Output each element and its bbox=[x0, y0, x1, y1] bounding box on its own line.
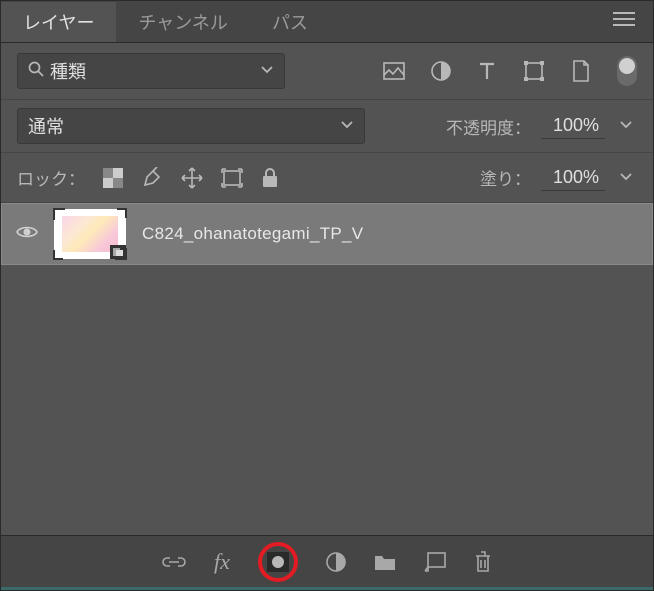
bottom-toolbar: fx bbox=[1, 535, 653, 587]
fill-value[interactable]: 100% bbox=[541, 165, 605, 191]
opacity-label: 不透明度： bbox=[446, 114, 531, 139]
filter-image-icon[interactable] bbox=[383, 62, 405, 80]
new-group-icon[interactable] bbox=[374, 553, 396, 571]
blend-row: 通常 不透明度： 100% bbox=[1, 99, 653, 153]
lock-artboard-icon[interactable] bbox=[221, 168, 243, 188]
layer-row[interactable]: C824_ohanatotegami_TP_V bbox=[1, 203, 653, 265]
lock-transparency-icon[interactable] bbox=[103, 168, 123, 188]
panel-menu-icon[interactable] bbox=[595, 12, 653, 31]
filter-row: 種類 bbox=[1, 43, 653, 99]
filter-shape-icon[interactable] bbox=[523, 60, 545, 82]
chevron-down-icon bbox=[260, 62, 274, 80]
add-mask-icon[interactable] bbox=[258, 542, 298, 582]
panel-tabs: レイヤー チャンネル パス bbox=[1, 1, 653, 43]
tab-layers[interactable]: レイヤー bbox=[1, 1, 116, 42]
layers-list: C824_ohanatotegami_TP_V bbox=[1, 203, 653, 535]
filter-smartobject-icon[interactable] bbox=[571, 60, 591, 82]
link-layers-icon[interactable] bbox=[162, 555, 186, 569]
delete-layer-icon[interactable] bbox=[474, 551, 492, 573]
tab-paths[interactable]: パス bbox=[250, 1, 330, 42]
filter-adjustment-icon[interactable] bbox=[431, 61, 451, 81]
fill-label: 塗り： bbox=[480, 165, 531, 190]
chevron-down-icon bbox=[340, 117, 354, 135]
opacity-chevron-icon[interactable] bbox=[615, 113, 637, 139]
fill-group: 塗り： 100% bbox=[480, 165, 637, 191]
new-adjustment-layer-icon[interactable] bbox=[326, 552, 346, 572]
tab-channels[interactable]: チャンネル bbox=[116, 1, 249, 42]
smart-object-badge-icon bbox=[110, 245, 126, 259]
lock-row: ロック： 塗り： 100% bbox=[1, 153, 653, 203]
blend-mode-label: 通常 bbox=[28, 113, 340, 139]
blend-mode-select[interactable]: 通常 bbox=[17, 108, 365, 144]
layer-name[interactable]: C824_ohanatotegami_TP_V bbox=[142, 224, 363, 244]
visibility-eye-icon[interactable] bbox=[16, 224, 38, 245]
lock-label: ロック： bbox=[17, 165, 85, 190]
panel-resize-bar[interactable] bbox=[1, 587, 653, 590]
filter-text-icon[interactable] bbox=[477, 61, 497, 81]
filter-type-select[interactable]: 種類 bbox=[17, 53, 285, 89]
fill-chevron-icon[interactable] bbox=[615, 165, 637, 191]
layer-thumbnail[interactable] bbox=[54, 209, 126, 259]
lock-pixels-icon[interactable] bbox=[141, 167, 163, 189]
new-layer-icon[interactable] bbox=[424, 552, 446, 572]
filter-type-label: 種類 bbox=[50, 58, 260, 84]
search-icon bbox=[28, 61, 44, 82]
lock-all-icon[interactable] bbox=[261, 168, 279, 188]
opacity-group: 不透明度： 100% bbox=[446, 113, 637, 139]
lock-position-icon[interactable] bbox=[181, 167, 203, 189]
layers-panel: レイヤー チャンネル パス 種類 bbox=[0, 0, 654, 591]
opacity-value[interactable]: 100% bbox=[541, 113, 605, 139]
layer-effects-icon[interactable]: fx bbox=[214, 549, 230, 575]
filter-toggle[interactable] bbox=[617, 56, 637, 86]
filter-icons bbox=[383, 56, 637, 86]
